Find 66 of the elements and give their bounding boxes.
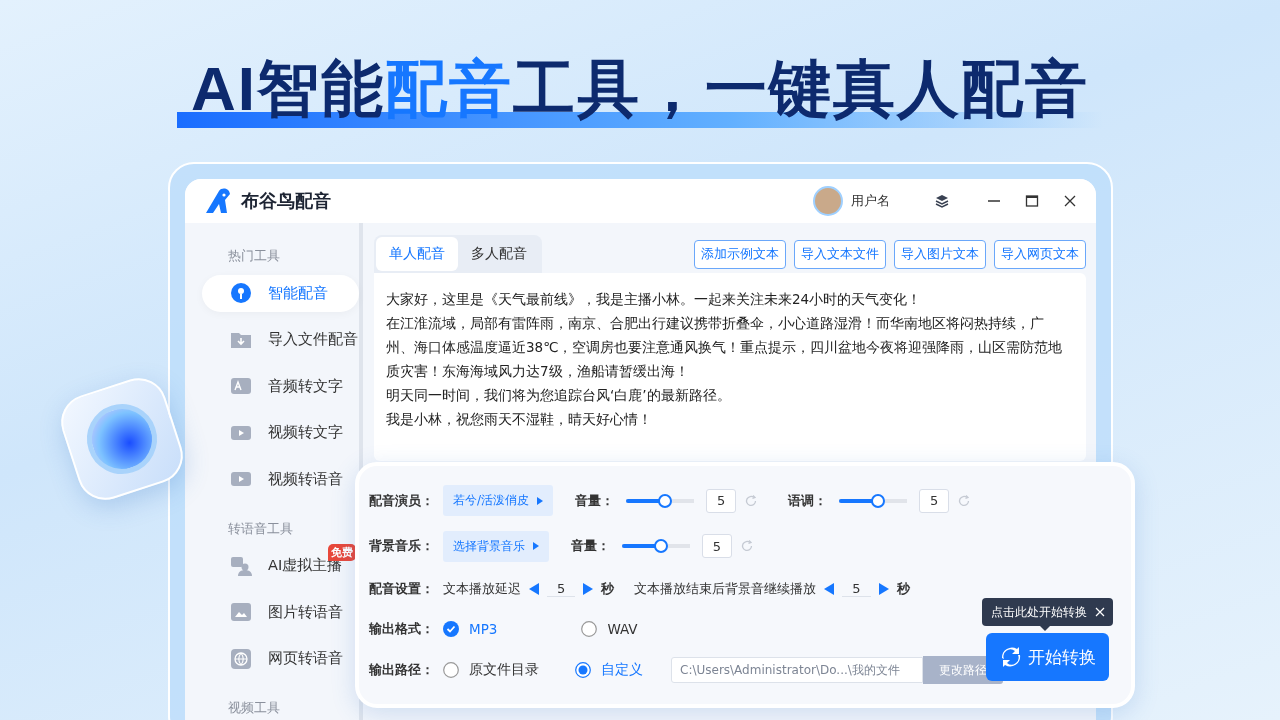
free-badge: 免费 <box>328 543 356 561</box>
number-field[interactable]: 5 <box>702 534 732 559</box>
tooltip-text: 点击此处开始转换 <box>990 603 1087 621</box>
sidebar-item[interactable]: 视频转语音 <box>202 461 359 498</box>
sidebar-item[interactable]: 图片转语音 <box>202 594 359 631</box>
close-icon[interactable] <box>1094 607 1105 617</box>
decrease-icon[interactable] <box>529 582 539 595</box>
option[interactable]: WAV <box>581 620 638 637</box>
unit-label: 秒 <box>896 579 910 598</box>
stepper-value[interactable]: 5 <box>842 580 871 597</box>
voice-picker[interactable]: 若兮/活泼俏皮 <box>443 485 554 517</box>
import-button[interactable]: 导入图片文本 <box>894 239 986 269</box>
sidebar-section-title: 转语音工具 <box>227 519 294 538</box>
increase-icon[interactable] <box>583 582 594 595</box>
app-name: 布谷鸟配音 <box>241 189 332 213</box>
globe-icon <box>230 647 252 670</box>
triangle-icon <box>537 496 544 505</box>
option[interactable]: 自定义 <box>575 661 643 680</box>
unit-label: 秒 <box>601 579 615 598</box>
sync-icon <box>999 646 1022 668</box>
slider-label: 音量： <box>571 537 610 556</box>
username[interactable]: 用户名 <box>851 192 890 210</box>
triangle-icon <box>533 542 539 551</box>
script-text-area[interactable]: 大家好，这里是《天气最前线》，我是主播小林。一起来关注未来24小时的天气变化！ 在江淮流域，局部有雷阵雨，南京、合肥出行建议携带折叠伞，小心道路湿滑！而华南地区将闷热持续，广州、海口体感温度逼近38℃，空调房也要注意通风换气！重点提示，四川盆地今夜将迎强降雨，山区需防范地质灾害！东海海域风力达7级，渔船请暂缓出海！ 明天同一时间，我们将为您追踪台风‘白鹿’的最新路径。 我是小林，祝您雨天不湿鞋，晴天好心情！ <box>374 273 1086 461</box>
slider-label: 音量： <box>575 491 615 510</box>
radio-icon[interactable] <box>581 620 598 637</box>
number-field[interactable]: 5 <box>919 488 950 513</box>
path-field[interactable]: C:\Users\Administrator\Do...\我的文件 <box>671 657 923 684</box>
import-button[interactable]: 导入网页文本 <box>994 239 1086 269</box>
layers-icon[interactable] <box>934 193 950 209</box>
sidebar-item[interactable]: 视频转文字 <box>202 414 359 451</box>
field-label: 背景音乐： <box>369 537 429 556</box>
sidebar-item[interactable]: 智能配音 <box>202 275 359 312</box>
stepper-label: 文本播放延迟 <box>443 579 521 598</box>
field-label: 输出路径： <box>369 661 429 680</box>
import-button[interactable]: 导入文本文件 <box>794 239 886 269</box>
sidebar-section-title: 视频工具 <box>227 699 281 717</box>
decrease-icon[interactable] <box>824 582 835 595</box>
maximize-icon[interactable] <box>1024 193 1040 209</box>
close-icon[interactable] <box>1062 193 1078 209</box>
tab[interactable]: 单人配音 <box>376 237 458 271</box>
increase-icon[interactable] <box>878 582 889 595</box>
checkbox-checked-icon[interactable] <box>443 620 459 637</box>
start-button[interactable]: 开始转换 <box>986 633 1109 681</box>
music-picker[interactable]: 选择背景音乐 <box>443 530 549 562</box>
stepper-value[interactable]: 5 <box>547 580 576 597</box>
import-button[interactable]: 添加示例文本 <box>694 239 786 269</box>
option[interactable]: MP3 <box>443 620 498 637</box>
stepper-label: 文本播放结束后背景音继续播放 <box>634 579 817 598</box>
option[interactable]: 原文件目录 <box>443 661 539 680</box>
people-icon <box>230 554 252 577</box>
radio-selected-icon[interactable] <box>575 662 591 679</box>
field-label: 配音设置： <box>369 579 429 598</box>
radio-icon[interactable] <box>443 662 459 679</box>
sidebar-item[interactable]: 音频转文字 <box>202 368 359 405</box>
avatar[interactable] <box>813 186 843 216</box>
tab[interactable]: 多人配音 <box>458 237 540 271</box>
sidebar-item[interactable]: 导入文件配音 <box>202 321 359 358</box>
field-label: 配音演员： <box>369 491 429 510</box>
sidebar-section-title: 热门工具 <box>227 247 281 265</box>
sidebar-item[interactable]: 网页转语音 <box>202 640 359 677</box>
bird-logo-icon <box>203 187 233 215</box>
slider-label: 语调： <box>788 491 828 510</box>
field-label: 输出格式： <box>369 619 429 638</box>
number-field[interactable]: 5 <box>706 488 737 513</box>
image-icon <box>230 601 252 624</box>
